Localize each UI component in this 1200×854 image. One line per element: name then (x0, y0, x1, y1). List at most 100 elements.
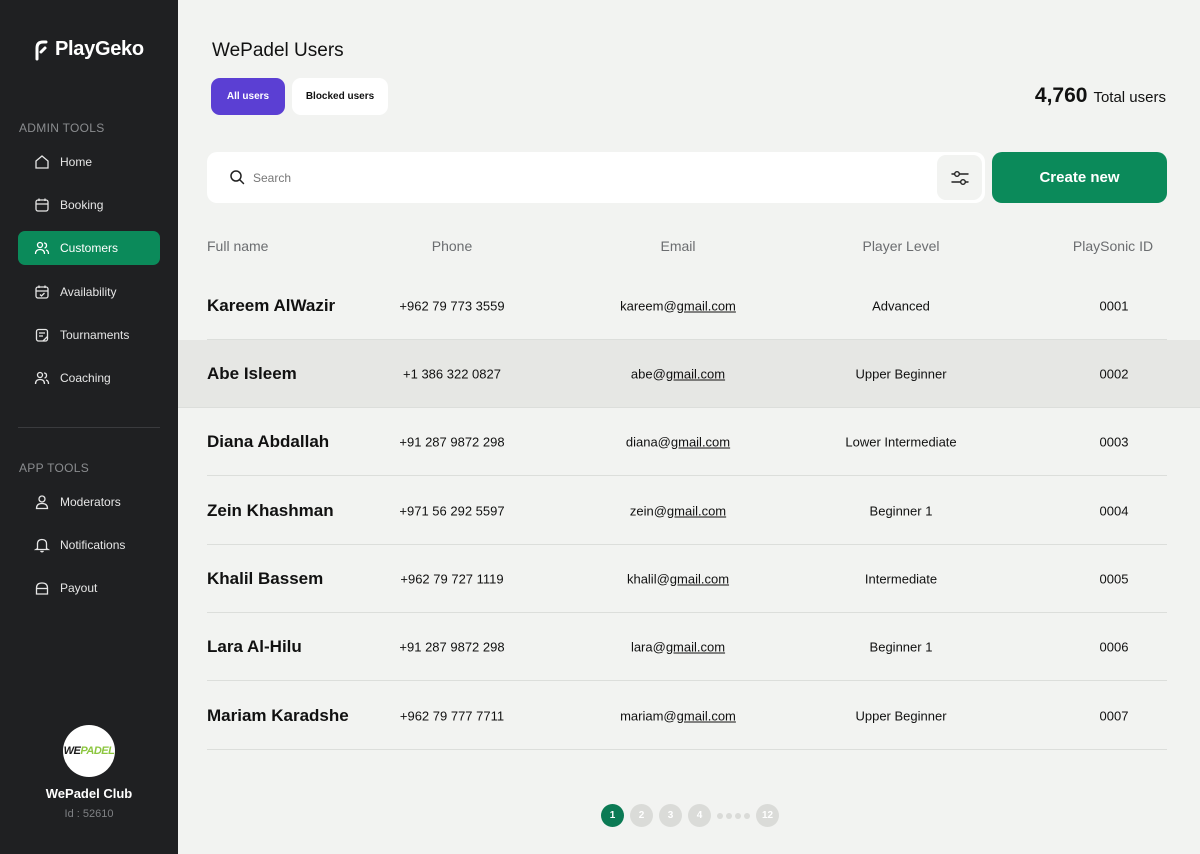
column-header-phone[interactable]: Phone (432, 238, 472, 254)
column-header-full-name[interactable]: Full name (207, 238, 268, 254)
sidebar-item-home[interactable]: Home (18, 145, 160, 179)
search-bar (207, 152, 985, 203)
page-button-last[interactable]: 12 (756, 804, 779, 827)
cell-playsonic-id: 0003 (1099, 434, 1129, 449)
cell-full-name: Zein Khashman (207, 500, 334, 520)
column-header-player-level[interactable]: Player Level (862, 238, 939, 254)
sidebar-item-coaching[interactable]: Coaching (18, 361, 160, 395)
cell-phone: +962 79 777 7711 (399, 708, 505, 723)
column-header-playsonic-id[interactable]: PlaySonic ID (1073, 238, 1153, 254)
cell-full-name: Lara Al-Hilu (207, 636, 302, 656)
sidebar-item-label: Tournaments (60, 328, 130, 342)
cell-playsonic-id: 0004 (1099, 503, 1129, 518)
cell-phone: +1 386 322 0827 (403, 366, 501, 381)
sidebar-item-customers[interactable]: Customers (18, 231, 160, 265)
brand-name: PlayGeko (55, 38, 144, 60)
total-users-count: 4,760 (1034, 84, 1088, 107)
pagination-ellipsis (717, 812, 750, 819)
page-button[interactable]: 2 (630, 804, 653, 827)
sidebar-item-label: Coaching (60, 371, 111, 385)
app-tools-label: APP TOOLS (19, 461, 90, 475)
total-users-label: Total users (1093, 89, 1166, 106)
cell-phone: +91 287 9872 298 (399, 434, 505, 449)
tab-blocked-users[interactable]: Blocked users (292, 78, 388, 115)
page-button[interactable]: 1 (601, 804, 624, 827)
table-row[interactable]: Khalil Bassem +962 79 727 1119 khalil@gm… (207, 545, 1167, 613)
bell-icon (34, 538, 50, 553)
table-row[interactable]: Kareem AlWazir +962 79 773 3559 kareem@g… (207, 272, 1167, 340)
page-title: WePadel Users (212, 40, 344, 61)
cell-email[interactable]: lara@gmail.com (631, 639, 725, 654)
search-input[interactable] (253, 164, 913, 191)
home-icon (35, 155, 49, 169)
sidebar-item-label: Customers (60, 241, 119, 255)
sidebar-item-availability[interactable]: Availability (18, 275, 160, 309)
cell-player-level: Beginner 1 (869, 639, 933, 654)
sidebar-item-booking[interactable]: Booking (18, 188, 160, 222)
cell-player-level: Lower Intermediate (845, 434, 957, 449)
sidebar-item-label: Home (60, 155, 93, 169)
total-users: 4,760 Total users (1035, 84, 1166, 108)
calendar-icon (35, 198, 49, 212)
brand-logo[interactable]: PlayGeko (33, 38, 144, 61)
sidebar-item-notifications[interactable]: Notifications (18, 528, 160, 562)
cell-player-level: Upper Beginner (855, 366, 947, 381)
club-name: WePadel Club (45, 786, 133, 801)
page-button[interactable]: 4 (688, 804, 711, 827)
table-row[interactable]: Zein Khashman +971 56 292 5597 zein@gmai… (207, 477, 1167, 545)
sidebar-item-label: Payout (60, 581, 98, 595)
cell-phone: +962 79 773 3559 (399, 298, 505, 313)
table-row[interactable]: Diana Abdallah +91 287 9872 298 diana@gm… (207, 408, 1167, 476)
filter-button[interactable] (937, 155, 982, 200)
cell-full-name: Mariam Karadshe (207, 705, 349, 725)
cell-phone: +962 79 727 1119 (400, 571, 504, 586)
cell-player-level: Upper Beginner (855, 708, 947, 723)
club-logo[interactable]: WE PADEL (63, 725, 115, 777)
cell-email[interactable]: mariam@gmail.com (620, 708, 736, 723)
pagination: 1 2 3 4 12 (601, 804, 779, 827)
cell-email[interactable]: zein@gmail.com (630, 503, 726, 518)
table-row[interactable]: Lara Al-Hilu +91 287 9872 298 lara@gmail… (207, 613, 1167, 681)
cell-player-level: Beginner 1 (869, 503, 933, 518)
cell-playsonic-id: 0005 (1099, 571, 1129, 586)
users-icon (34, 241, 50, 255)
sidebar-divider (18, 427, 160, 428)
users-icon (34, 371, 50, 385)
sidebar-item-label: Moderators (60, 495, 121, 509)
search-icon (230, 170, 245, 185)
sidebar-item-label: Availability (60, 285, 117, 299)
clipboard-icon (35, 328, 49, 342)
calendar-check-icon (35, 285, 49, 299)
cell-full-name: Kareem AlWazir (207, 295, 336, 315)
cell-email[interactable]: khalil@gmail.com (627, 571, 729, 586)
page-button[interactable]: 3 (659, 804, 682, 827)
cell-playsonic-id: 0007 (1099, 708, 1129, 723)
club-id: Id : 52610 (64, 808, 114, 820)
sliders-icon (950, 170, 969, 185)
create-new-button[interactable]: Create new (992, 152, 1167, 203)
bag-icon (35, 582, 49, 595)
user-icon (35, 495, 49, 510)
cell-email[interactable]: diana@gmail.com (626, 434, 730, 449)
sidebar: PlayGeko ADMIN TOOLS Home Booking Custom… (0, 0, 178, 854)
admin-tools-label: ADMIN TOOLS (19, 121, 105, 135)
cell-player-level: Intermediate (864, 571, 938, 586)
table-row[interactable]: Abe Isleem +1 386 322 0827 abe@gmail.com… (178, 340, 1200, 408)
sidebar-item-label: Booking (60, 198, 104, 212)
cell-playsonic-id: 0002 (1099, 366, 1129, 381)
cell-email[interactable]: abe@gmail.com (631, 366, 725, 381)
cell-phone: +971 56 292 5597 (399, 503, 505, 518)
sidebar-item-label: Notifications (60, 538, 126, 552)
column-header-email[interactable]: Email (660, 238, 695, 254)
cell-playsonic-id: 0006 (1099, 639, 1129, 654)
cell-full-name: Diana Abdallah (207, 431, 330, 451)
cell-email[interactable]: kareem@gmail.com (620, 298, 736, 313)
cell-playsonic-id: 0001 (1099, 298, 1129, 313)
table-row[interactable]: Mariam Karadshe +962 79 777 7711 mariam@… (207, 682, 1167, 750)
sidebar-item-tournaments[interactable]: Tournaments (18, 318, 160, 352)
cell-player-level: Advanced (872, 298, 930, 313)
sidebar-item-moderators[interactable]: Moderators (18, 485, 160, 519)
cell-phone: +91 287 9872 298 (399, 639, 505, 654)
sidebar-item-payout[interactable]: Payout (18, 571, 160, 605)
tab-all-users[interactable]: All users (211, 78, 285, 115)
